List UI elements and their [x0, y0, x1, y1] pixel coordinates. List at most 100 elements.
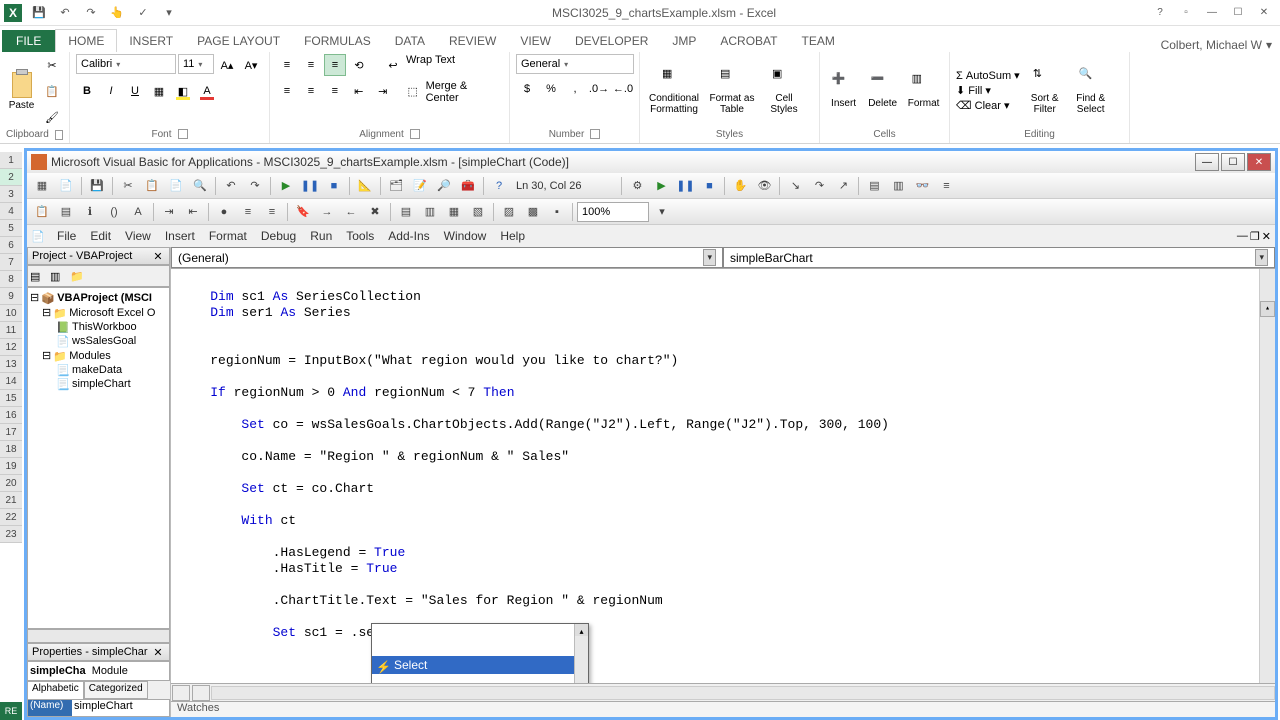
border-icon[interactable]: ▦: [148, 80, 170, 102]
full-module-view-icon[interactable]: [192, 685, 210, 701]
tb-btn-icon[interactable]: ▦: [443, 201, 465, 223]
comment-icon[interactable]: ≡: [237, 201, 259, 223]
tb-btn-icon[interactable]: ▧: [467, 201, 489, 223]
redo-icon[interactable]: ↷: [244, 175, 266, 197]
row-header[interactable]: 17: [0, 424, 22, 441]
menu-format[interactable]: Format: [203, 227, 253, 245]
break-icon[interactable]: ❚❚: [299, 175, 321, 197]
insert-module-icon[interactable]: 📄: [55, 175, 77, 197]
font-color-icon[interactable]: A: [196, 80, 218, 102]
shrink-font-icon[interactable]: A▾: [240, 54, 262, 76]
row-header[interactable]: 13: [0, 356, 22, 373]
decrease-decimal-icon[interactable]: ←.0: [612, 78, 634, 100]
user-name[interactable]: Colbert, Michael W ▾: [1161, 38, 1272, 52]
menu-window[interactable]: Window: [438, 227, 493, 245]
row-header[interactable]: 1: [0, 152, 22, 169]
prev-bookmark-icon[interactable]: ←: [340, 201, 362, 223]
align-bottom-icon[interactable]: ≡: [324, 54, 346, 76]
row-header[interactable]: 4: [0, 203, 22, 220]
tree-hscroll[interactable]: [27, 629, 170, 643]
help-icon[interactable]: ?: [1148, 4, 1172, 22]
clear-bookmarks-icon[interactable]: ✖: [364, 201, 386, 223]
fill-button[interactable]: ⬇ Fill ▾: [956, 84, 1020, 97]
intellisense-scrollbar[interactable]: ▴: [574, 624, 588, 683]
properties-grid[interactable]: (Name) simpleChart: [27, 699, 170, 717]
project-tree[interactable]: ⊟📦VBAProject (MSCI ⊟📁Microsoft Excel O 📗…: [27, 287, 170, 629]
properties-icon[interactable]: 📝: [409, 175, 431, 197]
tab-page-layout[interactable]: PAGE LAYOUT: [185, 30, 292, 52]
intellisense-item[interactable]: ⚡Select: [372, 656, 588, 674]
alignment-launcher-icon[interactable]: [410, 129, 420, 139]
tb-btn-icon[interactable]: ▤: [395, 201, 417, 223]
maximize-icon[interactable]: ☐: [1226, 4, 1250, 22]
bookmark-icon[interactable]: 🔖: [292, 201, 314, 223]
stop-icon[interactable]: ■: [698, 175, 720, 197]
format-painter-icon[interactable]: 🖌: [41, 106, 63, 128]
file-tab[interactable]: FILE: [2, 30, 55, 52]
menu-run[interactable]: Run: [304, 227, 338, 245]
redo-icon[interactable]: ↷: [80, 2, 102, 24]
row-header[interactable]: 16: [0, 407, 22, 424]
save-icon[interactable]: 💾: [28, 2, 50, 24]
run-sub-icon[interactable]: ▶: [650, 175, 672, 197]
align-top-icon[interactable]: ≡: [276, 54, 298, 76]
clipboard-launcher-icon[interactable]: [55, 130, 63, 140]
row-header[interactable]: 7: [0, 254, 22, 271]
toggle-folders-icon[interactable]: 📁: [70, 270, 88, 283]
tab-acrobat[interactable]: ACROBAT: [708, 30, 789, 52]
locals-icon[interactable]: ▤: [863, 175, 885, 197]
vba-sys-icon[interactable]: 📄: [31, 230, 49, 243]
menu-tools[interactable]: Tools: [340, 227, 380, 245]
call-stack-icon[interactable]: ≡: [935, 175, 957, 197]
bold-icon[interactable]: B: [76, 80, 98, 102]
tab-team[interactable]: TEAM: [789, 30, 846, 52]
prop-name-value[interactable]: simpleChart: [72, 700, 169, 716]
toggle-breakpoint-icon[interactable]: ✋: [729, 175, 751, 197]
row-header[interactable]: 11: [0, 322, 22, 339]
vba-maximize-icon[interactable]: ☐: [1221, 153, 1245, 171]
sort-filter-button[interactable]: ⇅Sort & Filter: [1024, 58, 1066, 124]
compile-icon[interactable]: ⚙: [626, 175, 648, 197]
row-header[interactable]: 18: [0, 441, 22, 458]
view-excel-icon[interactable]: ▦: [31, 175, 53, 197]
grow-font-icon[interactable]: A▴: [216, 54, 238, 76]
breakpoint-icon[interactable]: ●: [213, 201, 235, 223]
paste-icon[interactable]: 📄: [165, 175, 187, 197]
tab-formulas[interactable]: FORMULAS: [292, 30, 383, 52]
cut-icon[interactable]: ✂: [41, 54, 63, 76]
step-out-icon[interactable]: ↗: [832, 175, 854, 197]
format-cells-button[interactable]: ▥Format: [904, 58, 943, 124]
row-header[interactable]: 3: [0, 186, 22, 203]
close-icon[interactable]: ✕: [1252, 4, 1276, 22]
percent-icon[interactable]: %: [540, 78, 562, 100]
row-header[interactable]: 22: [0, 509, 22, 526]
row-header[interactable]: 12: [0, 339, 22, 356]
insert-cells-button[interactable]: ➕Insert: [826, 58, 861, 124]
format-as-table-button[interactable]: ▤Format as Table: [706, 58, 758, 124]
delete-cells-button[interactable]: ➖Delete: [865, 58, 900, 124]
row-header[interactable]: 14: [0, 373, 22, 390]
currency-icon[interactable]: $: [516, 78, 538, 100]
object-browser-icon[interactable]: 🔎: [433, 175, 455, 197]
procedure-view-icon[interactable]: [172, 685, 190, 701]
clear-button[interactable]: ⌫ Clear ▾: [956, 99, 1020, 112]
qat-customize-icon[interactable]: ▾: [158, 2, 180, 24]
save-icon[interactable]: 💾: [86, 175, 108, 197]
minimize-icon[interactable]: —: [1200, 4, 1224, 22]
pause-icon[interactable]: ❚❚: [674, 175, 696, 197]
undo-icon[interactable]: ↶: [54, 2, 76, 24]
merge-center-icon[interactable]: ⬚: [402, 80, 424, 102]
tb-btn-icon[interactable]: ▨: [498, 201, 520, 223]
underline-icon[interactable]: U: [124, 80, 146, 102]
copy-icon[interactable]: 📋: [141, 175, 163, 197]
paste-button[interactable]: Paste: [6, 58, 37, 124]
font-launcher-icon[interactable]: [178, 129, 188, 139]
row-header[interactable]: 9: [0, 288, 22, 305]
align-left-icon[interactable]: ≡: [276, 80, 298, 102]
vba-minimize-icon[interactable]: —: [1195, 153, 1219, 171]
project-panel-close-icon[interactable]: ✕: [151, 250, 165, 263]
quick-watch-icon[interactable]: 👁: [753, 175, 775, 197]
code-scope-combo[interactable]: (General): [171, 247, 723, 268]
tab-data[interactable]: DATA: [383, 30, 437, 52]
tab-insert[interactable]: INSERT: [117, 30, 185, 52]
